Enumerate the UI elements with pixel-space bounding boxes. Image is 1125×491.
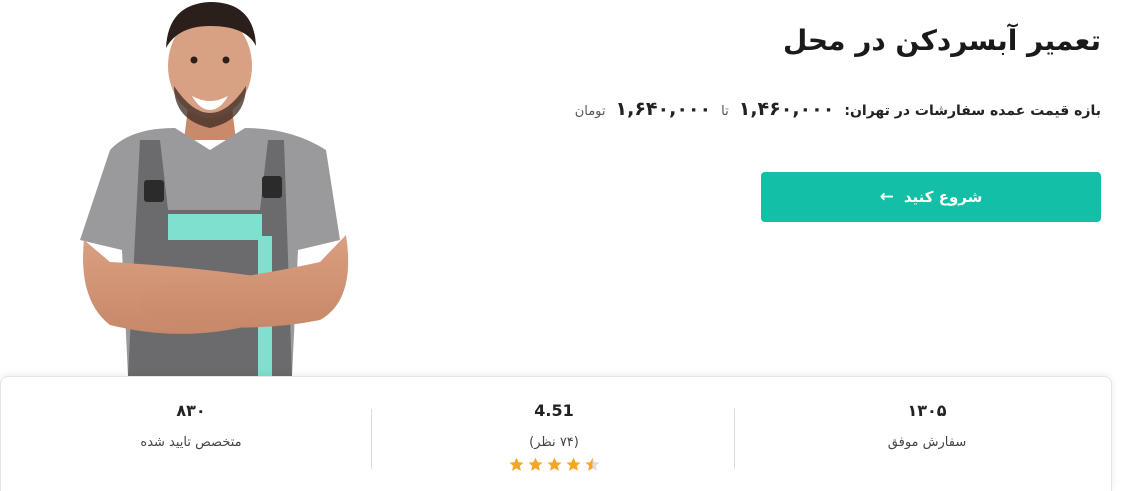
star-icon [566, 457, 580, 471]
star-icon [547, 457, 561, 471]
star-icon [585, 457, 599, 471]
price-unit: تومان [574, 104, 606, 119]
service-page: تعمیر آبسردکن در محل بازه قیمت عمده سفار… [0, 0, 1125, 491]
price-range-label: بازه قیمت عمده سفارشات در تهران: [844, 103, 1101, 119]
review-count: (۷۴ نظر) [529, 435, 579, 450]
technician-photo [80, 2, 349, 376]
stat-successful-orders: ۱۳۰۵ سفارش موفق [742, 377, 1112, 491]
stat-value: ۱۳۰۵ [907, 401, 947, 420]
stat-label: متخصص تایید شده [140, 435, 242, 450]
arrow-left-icon: ← [879, 186, 894, 207]
stat-label: سفارش موفق [887, 435, 967, 450]
price-max: ۱,۶۴۰,۰۰۰ [615, 98, 712, 120]
start-button-label: شروع کنید [903, 188, 983, 206]
rating-value: 4.51 [534, 401, 574, 420]
stat-value: ۸۳۰ [176, 401, 206, 420]
page-title: تعمیر آبسردکن در محل [782, 24, 1101, 57]
rating-stars [369, 457, 739, 472]
star-icon [509, 457, 523, 471]
price-separator: تا [721, 104, 729, 119]
start-button[interactable]: شروع کنید ← [761, 172, 1101, 222]
star-icon [528, 457, 542, 471]
stat-verified-experts: ۸۳۰ متخصص تایید شده [6, 377, 376, 491]
stat-rating: 4.51 (۷۴ نظر) [369, 377, 739, 491]
price-range: بازه قیمت عمده سفارشات در تهران: ۱,۴۶۰,۰… [575, 98, 1101, 120]
price-min: ۱,۴۶۰,۰۰۰ [738, 98, 835, 120]
stats-card: ۱۳۰۵ سفارش موفق 4.51 (۷۴ نظر) ۸۳۰ متخصص … [0, 376, 1112, 491]
